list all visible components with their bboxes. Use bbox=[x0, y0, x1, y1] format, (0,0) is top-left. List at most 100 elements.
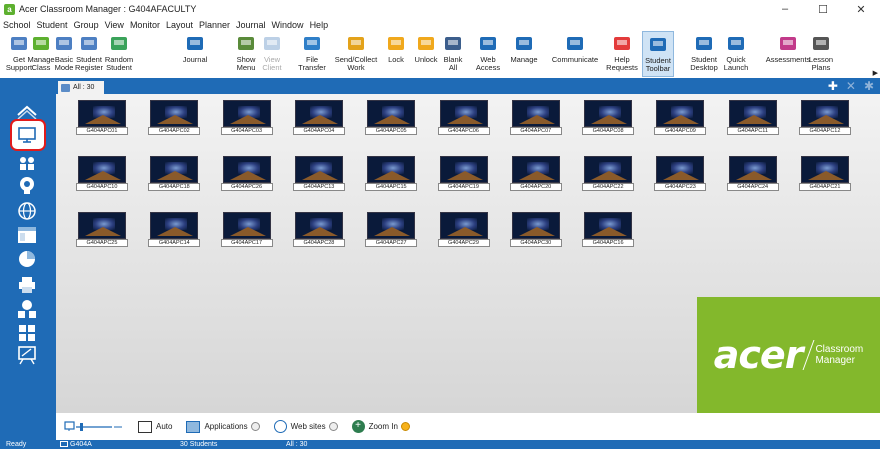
computer-thumbnail[interactable]: G404APC28 bbox=[292, 212, 345, 248]
computer-thumbnail[interactable]: G404APC04 bbox=[292, 100, 345, 136]
computer-thumbnail[interactable]: G404APC18 bbox=[148, 156, 201, 192]
computer-thumbnail[interactable]: G404APC23 bbox=[654, 156, 707, 192]
menu-group[interactable]: Group bbox=[74, 20, 99, 30]
monitor-view-icon[interactable] bbox=[15, 124, 39, 146]
device-group-icon[interactable] bbox=[15, 298, 39, 320]
whiteboard-icon[interactable] bbox=[15, 344, 39, 366]
send-collect-icon bbox=[345, 33, 367, 55]
computer-thumbnail[interactable]: G404APC10 bbox=[76, 156, 128, 192]
menu-monitor[interactable]: Monitor bbox=[130, 20, 160, 30]
students-icon[interactable] bbox=[15, 152, 39, 174]
ribbon-button-send-collect[interactable]: Send/Collect Work bbox=[334, 31, 378, 77]
pie-chart-icon[interactable] bbox=[15, 248, 39, 270]
ribbon-button-journal[interactable]: Journal bbox=[176, 31, 214, 77]
menu-bar: School Student Group View Monitor Layout… bbox=[0, 18, 880, 31]
ribbon-button-web-access[interactable]: Web Access bbox=[475, 31, 501, 77]
computer-name: G404APC11 bbox=[726, 127, 779, 135]
ribbon-button-manage[interactable]: Manage bbox=[509, 31, 539, 77]
computer-thumbnail[interactable]: G404APC14 bbox=[148, 212, 201, 248]
computer-thumbnail[interactable]: G404APC11 bbox=[726, 100, 779, 136]
zoom-in-icon: + bbox=[351, 420, 365, 433]
ribbon-button-assessments[interactable]: Assessments bbox=[765, 31, 811, 77]
computer-thumbnail[interactable]: G404APC13 bbox=[292, 156, 345, 192]
menu-layout[interactable]: Layout bbox=[166, 20, 193, 30]
computer-thumbnail[interactable]: G404APC26 bbox=[220, 156, 273, 192]
applications-radio[interactable] bbox=[250, 422, 260, 431]
menu-school[interactable]: School bbox=[3, 20, 31, 30]
acer-branding-logo: acer Classroom Manager bbox=[697, 297, 880, 413]
menu-planner[interactable]: Planner bbox=[199, 20, 230, 30]
zoom-in-radio[interactable] bbox=[400, 422, 410, 431]
menu-student[interactable]: Student bbox=[37, 20, 68, 30]
ribbon-button-student-toolbar[interactable]: Student Toolbar bbox=[642, 31, 674, 77]
ribbon-scroll-arrow-icon[interactable]: ▶ bbox=[873, 69, 878, 77]
ribbon-button-blank-all[interactable]: Blank All bbox=[441, 31, 465, 77]
computer-thumbnail[interactable]: G404APC01 bbox=[76, 100, 128, 136]
size-slider[interactable] bbox=[64, 420, 124, 433]
ribbon-button-show-menu[interactable]: Show Menu bbox=[233, 31, 259, 77]
ribbon-label: Communicate bbox=[551, 55, 599, 64]
computer-thumbnail[interactable]: G404APC16 bbox=[582, 212, 635, 248]
ribbon-button-basic-mode[interactable]: Basic Mode bbox=[53, 31, 75, 77]
close-tab-icon[interactable]: ✕ bbox=[846, 79, 856, 93]
ribbon-button-student-register[interactable]: Student Register bbox=[75, 31, 103, 77]
computer-name: G404APC14 bbox=[148, 239, 201, 247]
computer-thumbnail[interactable]: G404APC03 bbox=[220, 100, 273, 136]
ribbon-button-student-desktop[interactable]: Student Desktop bbox=[688, 31, 720, 77]
computer-thumbnail[interactable]: G404APC22 bbox=[582, 156, 635, 192]
ribbon-button-help-requests[interactable]: Help Requests bbox=[605, 31, 639, 77]
menu-window[interactable]: Window bbox=[272, 20, 304, 30]
computer-thumbnail[interactable]: G404APC30 bbox=[509, 212, 562, 248]
printer-icon[interactable] bbox=[15, 274, 39, 296]
computer-thumbnail[interactable]: G404APC29 bbox=[437, 212, 490, 248]
lesson-plans-icon bbox=[810, 33, 832, 55]
ribbon-button-file-transfer[interactable]: File Transfer bbox=[297, 31, 327, 77]
computer-thumbnail[interactable]: G404APC24 bbox=[726, 156, 779, 192]
menu-help[interactable]: Help bbox=[310, 20, 329, 30]
applications-toggle[interactable]: Applications bbox=[186, 420, 260, 433]
computer-thumbnail[interactable]: G404APC09 bbox=[654, 100, 707, 136]
computer-thumbnail[interactable]: G404APC12 bbox=[799, 100, 851, 136]
tab-all[interactable]: All : 30 bbox=[58, 81, 104, 94]
auto-fit-option[interactable]: Auto bbox=[138, 420, 172, 433]
computer-name: G404APC10 bbox=[76, 183, 128, 191]
computer-thumbnail[interactable]: G404APC17 bbox=[220, 212, 273, 248]
head-icon[interactable] bbox=[15, 174, 39, 196]
computer-thumbnail[interactable]: G404APC19 bbox=[437, 156, 490, 192]
ribbon-button-manage-class[interactable]: Manage Class bbox=[27, 31, 55, 77]
settings-gear-icon[interactable]: ✱ bbox=[864, 79, 874, 93]
ribbon-label: Assessments bbox=[765, 55, 811, 64]
computer-thumbnail[interactable]: G404APC07 bbox=[509, 100, 562, 136]
ribbon-button-random-student[interactable]: Random Student bbox=[104, 31, 134, 77]
maximize-button[interactable]: ☐ bbox=[804, 0, 842, 18]
close-button[interactable]: ✕ bbox=[842, 0, 880, 18]
ribbon-button-communicate[interactable]: Communicate bbox=[552, 31, 598, 77]
ribbon-label: Unlock bbox=[414, 55, 438, 64]
computer-thumbnail[interactable]: G404APC06 bbox=[437, 100, 490, 136]
menu-view[interactable]: View bbox=[105, 20, 124, 30]
globe-icon[interactable] bbox=[15, 200, 39, 222]
computer-thumbnail[interactable]: G404APC20 bbox=[509, 156, 562, 192]
computer-thumbnail[interactable]: G404APC02 bbox=[148, 100, 201, 136]
computer-thumbnail[interactable]: G404APC25 bbox=[76, 212, 128, 248]
websites-radio[interactable] bbox=[328, 422, 338, 431]
window-layout-icon[interactable] bbox=[15, 224, 39, 246]
computer-thumbnail[interactable]: G404APC15 bbox=[365, 156, 418, 192]
ribbon-button-unlock[interactable]: Unlock bbox=[413, 31, 439, 77]
minimize-button[interactable]: – bbox=[766, 0, 804, 18]
computer-thumbnail[interactable]: G404APC05 bbox=[365, 100, 418, 136]
ribbon-button-lesson-plans[interactable]: Lesson Plans bbox=[807, 31, 835, 77]
ribbon-button-lock[interactable]: Lock bbox=[385, 31, 407, 77]
computer-thumbnail[interactable]: G404APC27 bbox=[365, 212, 418, 248]
add-tab-icon[interactable]: ✚ bbox=[828, 79, 838, 93]
ribbon-label: Student Toolbar bbox=[645, 56, 671, 73]
computer-thumbnail[interactable]: G404APC08 bbox=[582, 100, 635, 136]
websites-toggle[interactable]: Web sites bbox=[273, 420, 338, 433]
menu-journal[interactable]: Journal bbox=[236, 20, 266, 30]
window-controls: – ☐ ✕ bbox=[766, 0, 880, 18]
keyboard-keys-icon[interactable] bbox=[15, 322, 39, 344]
zoom-in-toggle[interactable]: + Zoom In bbox=[351, 420, 410, 433]
ribbon-button-quick-launch[interactable]: Quick Launch bbox=[722, 31, 750, 77]
computer-thumbnail[interactable]: G404APC21 bbox=[799, 156, 851, 192]
screen-preview bbox=[222, 156, 271, 183]
